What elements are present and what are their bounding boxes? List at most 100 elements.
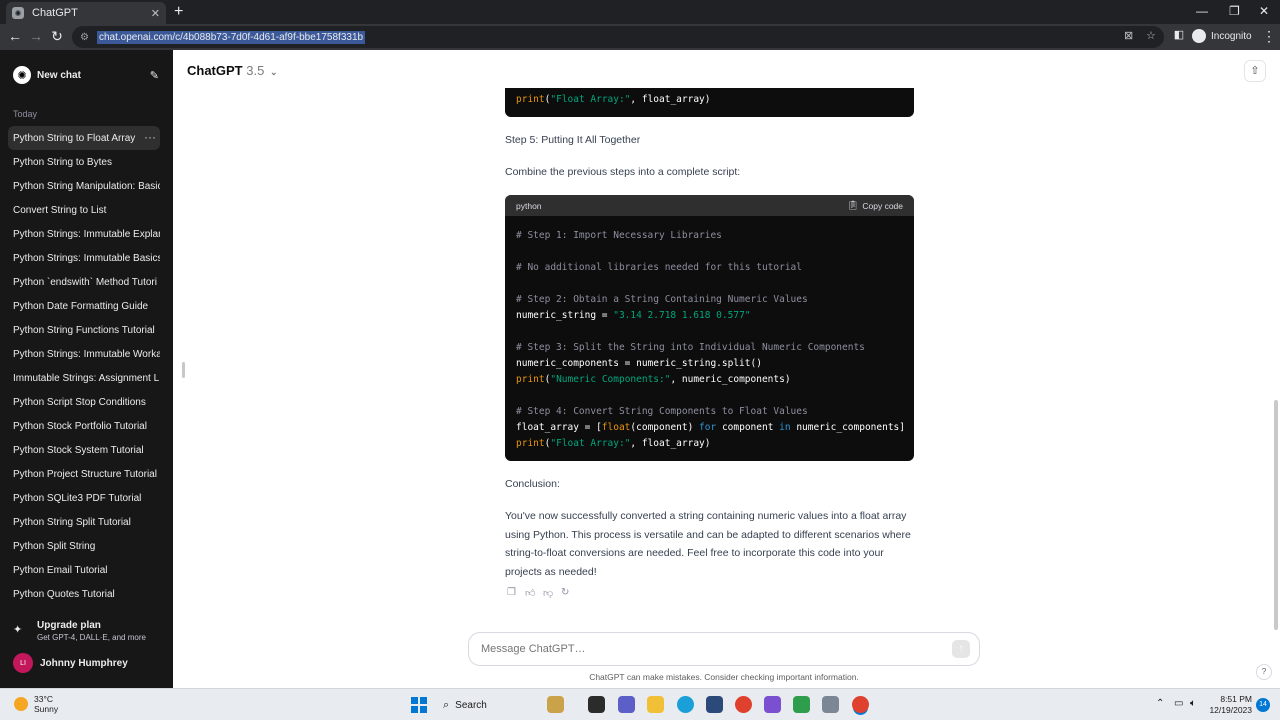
start-windows-icon[interactable] bbox=[411, 697, 427, 713]
history-section-label: Today bbox=[13, 109, 38, 119]
new-chat-button[interactable]: ✺ New chat ✎ bbox=[13, 65, 159, 85]
browser-menu-icon[interactable]: ⋮ bbox=[1262, 28, 1276, 45]
sidebar-history-item[interactable]: Python Strings: Immutable Worka bbox=[8, 342, 160, 366]
sidebar-history-item[interactable]: Python Stock System Tutorial bbox=[8, 438, 160, 462]
chrome-active-app-icon[interactable] bbox=[852, 696, 869, 713]
back-arrow-icon[interactable]: ← bbox=[6, 28, 24, 44]
snipping-tool-icon[interactable] bbox=[822, 696, 839, 713]
weather-widget[interactable]: 33°C Sunny bbox=[14, 694, 58, 714]
copy-message-icon[interactable]: ❐ bbox=[507, 587, 525, 599]
code-line: # Step 3: Split the String into Individu… bbox=[516, 342, 865, 353]
vpn-app-icon[interactable] bbox=[764, 696, 781, 713]
sidebar-history-item[interactable]: Python Email Tutorial bbox=[8, 558, 160, 582]
sun-icon bbox=[14, 697, 28, 711]
upgrade-subtitle: Get GPT-4, DALL·E, and more bbox=[37, 633, 146, 642]
more-options-icon[interactable]: ··· bbox=[144, 130, 156, 144]
sparkle-icon: ✦ bbox=[13, 624, 23, 636]
user-name: Johnny Humphrey bbox=[40, 657, 128, 669]
minimize-icon[interactable]: — bbox=[1196, 4, 1208, 18]
code-line: # Step 2: Obtain a String Containing Num… bbox=[516, 294, 808, 305]
chat-history-list: Python String to Float Array ··· Python St… bbox=[8, 126, 160, 606]
thumbs-down-icon[interactable]: 👎︎ bbox=[543, 587, 561, 599]
sidebar-history-item[interactable]: Python Project Structure Tutorial bbox=[8, 462, 160, 486]
incognito-badge[interactable]: Incognito bbox=[1192, 29, 1252, 43]
tray-chevron-up-icon[interactable]: ⌃ bbox=[1156, 698, 1164, 709]
terminal-app-icon[interactable] bbox=[588, 696, 605, 713]
code-line: print("Float Array:", float_array) bbox=[516, 94, 711, 105]
taskbar-clock[interactable]: 8:51 PM 12/19/2023 bbox=[1208, 694, 1252, 716]
compose-icon[interactable]: ✎ bbox=[150, 69, 159, 82]
conclusion-heading: Conclusion: bbox=[505, 478, 560, 490]
sidebar-history-item[interactable]: Python `endswith` Method Tutori bbox=[8, 270, 160, 294]
clock-time: 8:51 PM bbox=[1220, 694, 1252, 704]
code-line: numeric_string = "3.14 2.718 1.618 0.577… bbox=[516, 310, 751, 321]
copy-code-button[interactable]: 📋︎ Copy code bbox=[847, 200, 903, 211]
regenerate-icon[interactable]: ↻ bbox=[561, 587, 579, 599]
sidebar-history-item[interactable]: Python SQLite3 PDF Tutorial bbox=[8, 486, 160, 510]
taskbar-search[interactable]: ⌕ Search bbox=[437, 694, 537, 716]
sidebar-history-item[interactable]: Python String to Bytes bbox=[8, 150, 160, 174]
chrome-app-icon[interactable] bbox=[735, 696, 752, 713]
send-button[interactable]: ↑ bbox=[952, 640, 970, 658]
sidebar-history-item[interactable]: Python Stock Portfolio Tutorial bbox=[8, 414, 160, 438]
conclusion-text: You've now successfully converted a stri… bbox=[505, 510, 911, 579]
forward-arrow-icon[interactable]: → bbox=[27, 28, 45, 44]
excel-app-icon[interactable] bbox=[793, 696, 810, 713]
browser-tab[interactable]: ✺ ChatGPT ✕ bbox=[6, 2, 166, 24]
search-label: Search bbox=[455, 699, 487, 711]
sidebar-history-item[interactable]: Python String Split Tutorial bbox=[8, 510, 160, 534]
sidebar-history-item[interactable]: Python Split String bbox=[8, 534, 160, 558]
sidebar-history-item[interactable]: Python String Manipulation: Basic bbox=[8, 174, 160, 198]
sidebar-toggle-handle[interactable] bbox=[182, 362, 185, 378]
code-line: numeric_components = numeric_string.spli… bbox=[516, 358, 762, 369]
windows-taskbar: 33°C Sunny ⌕ Search ⌃ ▭ 🔈︎ 8:51 PM 12/19… bbox=[0, 688, 1280, 720]
new-tab-icon[interactable]: + bbox=[174, 3, 183, 21]
sidebar-history-item[interactable]: Python Quotes Tutorial bbox=[8, 582, 160, 606]
sidebar-history-item[interactable]: Python String to Float Array ··· bbox=[8, 126, 160, 150]
chevron-down-icon: ⌄ bbox=[269, 67, 278, 77]
widgets-app-icon[interactable] bbox=[547, 696, 564, 713]
message-input[interactable] bbox=[481, 643, 921, 655]
volume-icon[interactable]: 🔈︎ bbox=[1190, 698, 1196, 709]
sidebar-history-item[interactable]: Python Date Formatting Guide bbox=[8, 294, 160, 318]
user-menu[interactable]: LI Johnny Humphrey bbox=[13, 653, 128, 673]
sidebar-history-item[interactable]: Immutable Strings: Assignment L bbox=[8, 366, 160, 390]
sidebar-history-item[interactable]: Python String Functions Tutorial bbox=[8, 318, 160, 342]
thumbs-up-icon[interactable]: 👍︎ bbox=[525, 587, 543, 599]
edge-browser-icon[interactable] bbox=[677, 696, 694, 713]
close-tab-icon[interactable]: ✕ bbox=[151, 7, 160, 20]
window-close-icon[interactable]: ✕ bbox=[1259, 4, 1269, 18]
model-selector[interactable]: ChatGPT 3.5 ⌄ bbox=[187, 63, 278, 78]
code-line: print("Float Array:", float_array) bbox=[516, 438, 711, 449]
incognito-label: Incognito bbox=[1211, 30, 1252, 42]
bookmark-star-icon[interactable]: ☆ bbox=[1146, 29, 1156, 42]
sidebar-history-item[interactable]: Python Script Stop Conditions bbox=[8, 390, 160, 414]
reload-icon[interactable]: ↻ bbox=[48, 28, 66, 45]
code-line: # Step 1: Import Necessary Libraries bbox=[516, 230, 722, 241]
restore-icon[interactable]: ❐ bbox=[1229, 4, 1240, 18]
site-info-icon[interactable]: ⚙ bbox=[80, 32, 89, 43]
share-button[interactable]: ⇧ bbox=[1244, 60, 1266, 82]
file-explorer-icon[interactable] bbox=[647, 696, 664, 713]
sidebar-history-item[interactable]: Convert String to List bbox=[8, 198, 160, 222]
url-text[interactable]: chat.openai.com/c/4b088b73-7d0f-4d61-af9… bbox=[96, 30, 366, 44]
help-button[interactable]: ? bbox=[1256, 664, 1272, 680]
address-bar[interactable]: ⚙ chat.openai.com/c/4b088b73-7d0f-4d61-a… bbox=[72, 26, 1164, 48]
side-panel-icon[interactable]: ◧ bbox=[1170, 28, 1188, 41]
store-app-icon[interactable] bbox=[706, 696, 723, 713]
new-chat-label: New chat bbox=[37, 69, 81, 81]
sidebar-history-item[interactable]: Python Strings: Immutable Explan bbox=[8, 222, 160, 246]
scrollbar[interactable] bbox=[1274, 400, 1278, 630]
incognito-eye-icon[interactable]: ⊠ bbox=[1124, 29, 1133, 42]
network-icon[interactable]: ▭ bbox=[1174, 698, 1183, 709]
temperature: 33°C bbox=[34, 694, 53, 704]
upgrade-plan-button[interactable]: ✦ Upgrade plan Get GPT-4, DALL·E, and mo… bbox=[13, 620, 146, 642]
sidebar-history-item[interactable]: Python Strings: Immutable Basics bbox=[8, 246, 160, 270]
history-item-label: Python String to Float Array bbox=[13, 132, 136, 144]
notification-badge[interactable]: 14 bbox=[1256, 698, 1270, 712]
code-block-header: python 📋︎ Copy code bbox=[505, 195, 914, 216]
teams-app-icon[interactable] bbox=[618, 696, 635, 713]
history-item-label: Convert String to List bbox=[13, 204, 107, 216]
